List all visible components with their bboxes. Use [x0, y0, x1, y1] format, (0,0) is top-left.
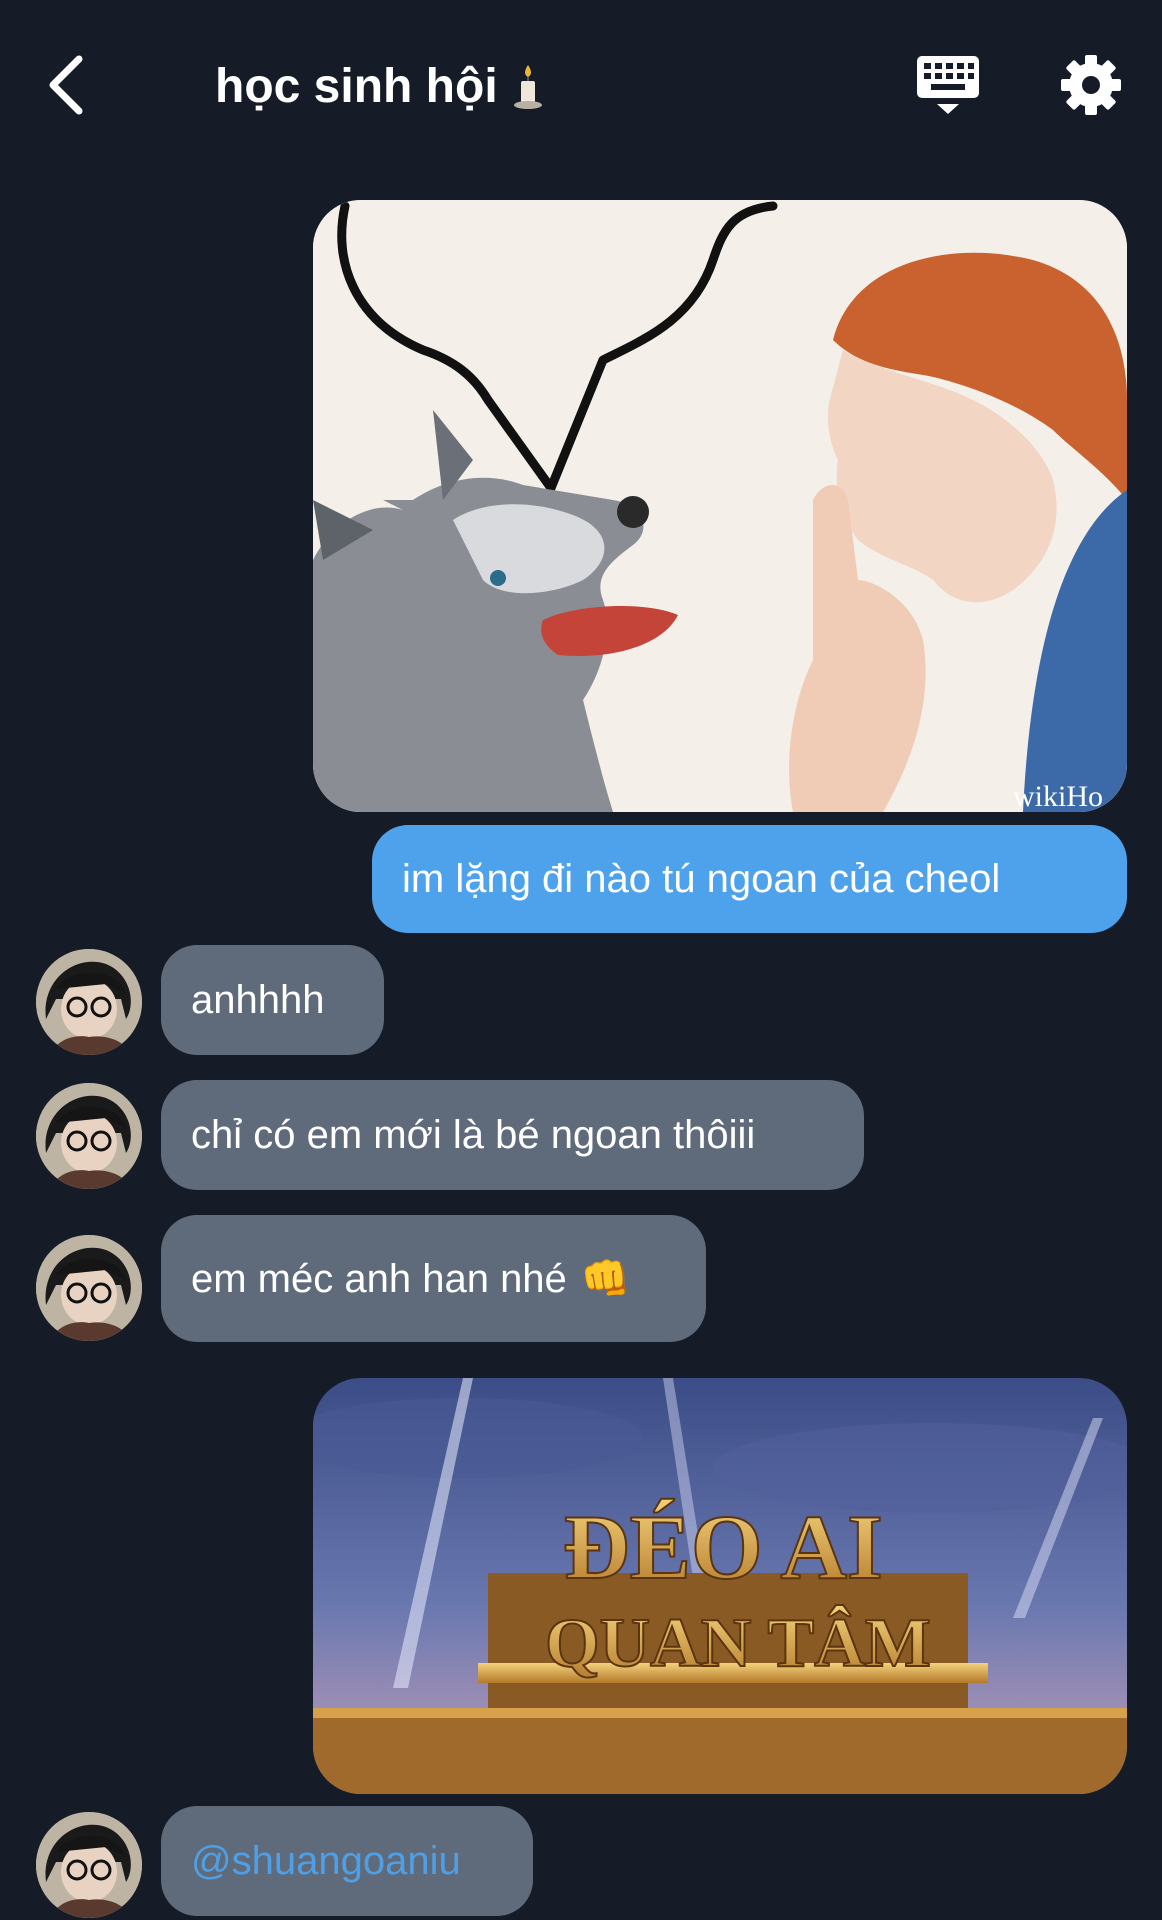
mention-link[interactable]: @shuangoaniu — [191, 1841, 461, 1881]
received-message-bubble[interactable]: em méc anh han nhé 👊 — [161, 1215, 706, 1342]
avatar[interactable] — [36, 1083, 142, 1189]
received-message-bubble[interactable]: chỉ có em mới là bé ngoan thôiii — [161, 1080, 864, 1190]
meme-line2: QUAN TÂM — [545, 1605, 931, 1682]
avatar[interactable] — [36, 1812, 142, 1918]
settings-button[interactable] — [1058, 52, 1124, 118]
wikihow-watermark: wikiHo — [1013, 780, 1103, 812]
avatar-image — [36, 949, 142, 1055]
message-text: im lặng đi nào tú ngoan của cheol — [402, 857, 1001, 901]
avatar[interactable] — [36, 949, 142, 1055]
image-message-deo-ai-quan-tam[interactable]: ĐÉO AI QUAN TÂM — [313, 1378, 1127, 1794]
chevron-left-icon — [49, 55, 83, 115]
avatar[interactable] — [36, 1235, 142, 1341]
avatar-image — [36, 1083, 142, 1189]
keyboard-icon — [917, 56, 979, 114]
image-message-dog-meme[interactable]: wikiHo — [313, 200, 1127, 812]
keyboard-button[interactable] — [915, 52, 981, 118]
avatar-image — [36, 1235, 142, 1341]
dog-shush-meme-image: wikiHo — [313, 200, 1127, 812]
chat-title[interactable]: học sinh hội — [215, 52, 546, 122]
sent-message-bubble[interactable]: im lặng đi nào tú ngoan của cheol — [372, 825, 1127, 933]
chat-header: học sinh hội — [0, 0, 1162, 175]
gear-icon — [1061, 55, 1121, 115]
received-message-bubble[interactable]: anhhhh — [161, 945, 384, 1055]
deo-ai-quan-tam-meme-image: ĐÉO AI QUAN TÂM — [313, 1378, 1127, 1794]
chat-title-text: học sinh hội — [215, 60, 498, 113]
candle-icon — [513, 65, 542, 109]
message-text: chỉ có em mới là bé ngoan thôiii — [191, 1113, 756, 1157]
meme-line1: ĐÉO AI — [563, 1496, 883, 1598]
back-button[interactable] — [40, 50, 90, 120]
received-message-bubble[interactable]: @shuangoaniu — [161, 1806, 533, 1916]
fist-emoji-icon: 👊 — [580, 1256, 631, 1301]
message-text: em méc anh han nhé — [191, 1256, 567, 1301]
message-text: anhhhh — [191, 978, 325, 1022]
avatar-image — [36, 1812, 142, 1918]
